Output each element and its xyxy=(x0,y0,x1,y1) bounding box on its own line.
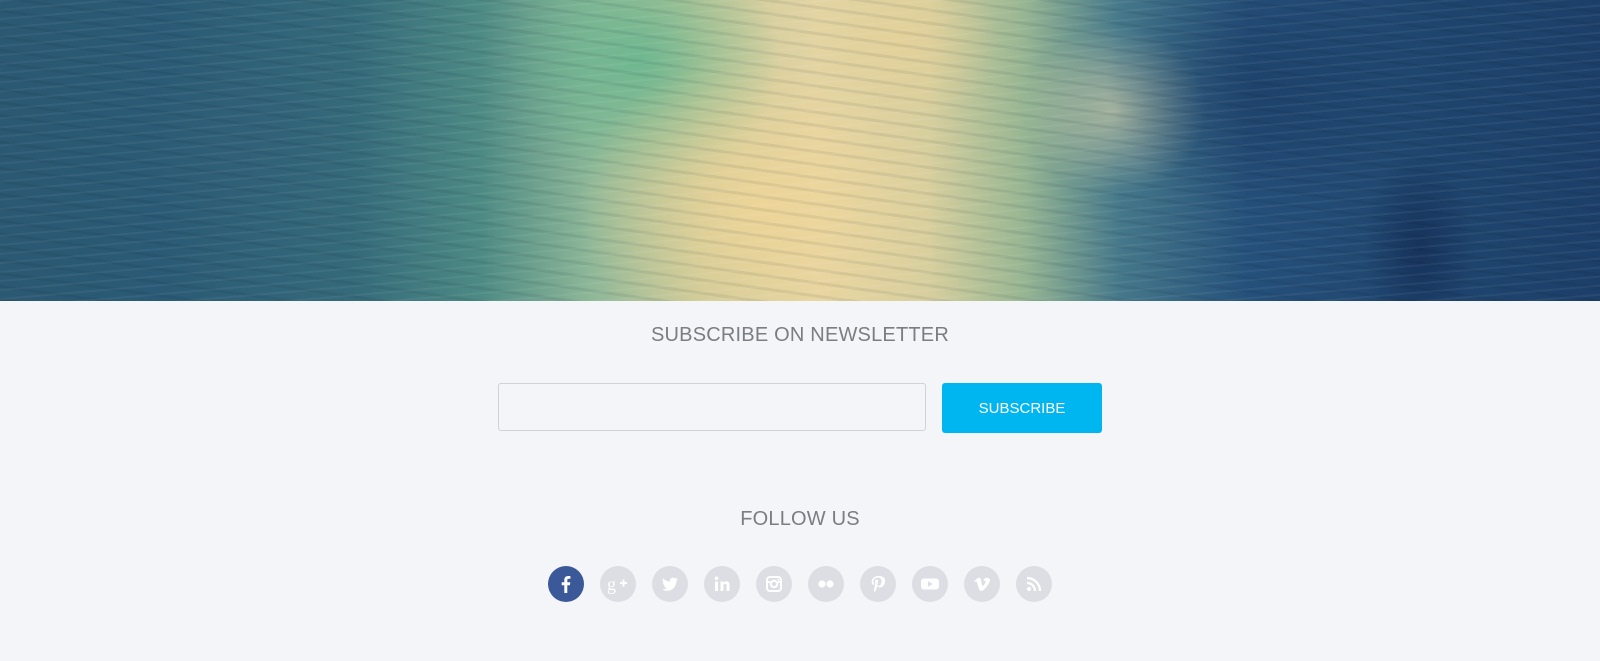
vimeo-link[interactable] xyxy=(964,566,1000,602)
rss-icon xyxy=(1026,576,1042,592)
youtube-icon xyxy=(921,578,939,590)
email-input[interactable] xyxy=(498,383,926,431)
subscribe-button[interactable]: SUBSCRIBE xyxy=(942,383,1102,433)
google-plus-link[interactable]: g xyxy=(600,566,636,602)
svg-text:g: g xyxy=(607,574,616,594)
facebook-icon xyxy=(561,576,571,593)
linkedin-link[interactable] xyxy=(704,566,740,602)
facebook-link[interactable] xyxy=(548,566,584,602)
youtube-link[interactable] xyxy=(912,566,948,602)
linkedin-icon xyxy=(714,576,730,591)
pinterest-link[interactable] xyxy=(860,566,896,602)
flickr-icon xyxy=(818,580,834,588)
hero-ocean-image xyxy=(0,0,1600,301)
twitter-link[interactable] xyxy=(652,566,688,602)
rss-link[interactable] xyxy=(1016,566,1052,602)
instagram-icon xyxy=(766,576,782,592)
pinterest-icon xyxy=(871,576,886,593)
newsletter-title: SUBSCRIBE ON NEWSLETTER xyxy=(651,324,949,346)
instagram-link[interactable] xyxy=(756,566,792,602)
hero-texture xyxy=(0,0,1600,301)
social-links: g xyxy=(548,566,1052,602)
twitter-icon xyxy=(662,577,678,591)
follow-us-title: FOLLOW US xyxy=(740,508,860,530)
vimeo-icon xyxy=(974,577,991,591)
google-plus-icon: g xyxy=(607,574,627,594)
flickr-link[interactable] xyxy=(808,566,844,602)
